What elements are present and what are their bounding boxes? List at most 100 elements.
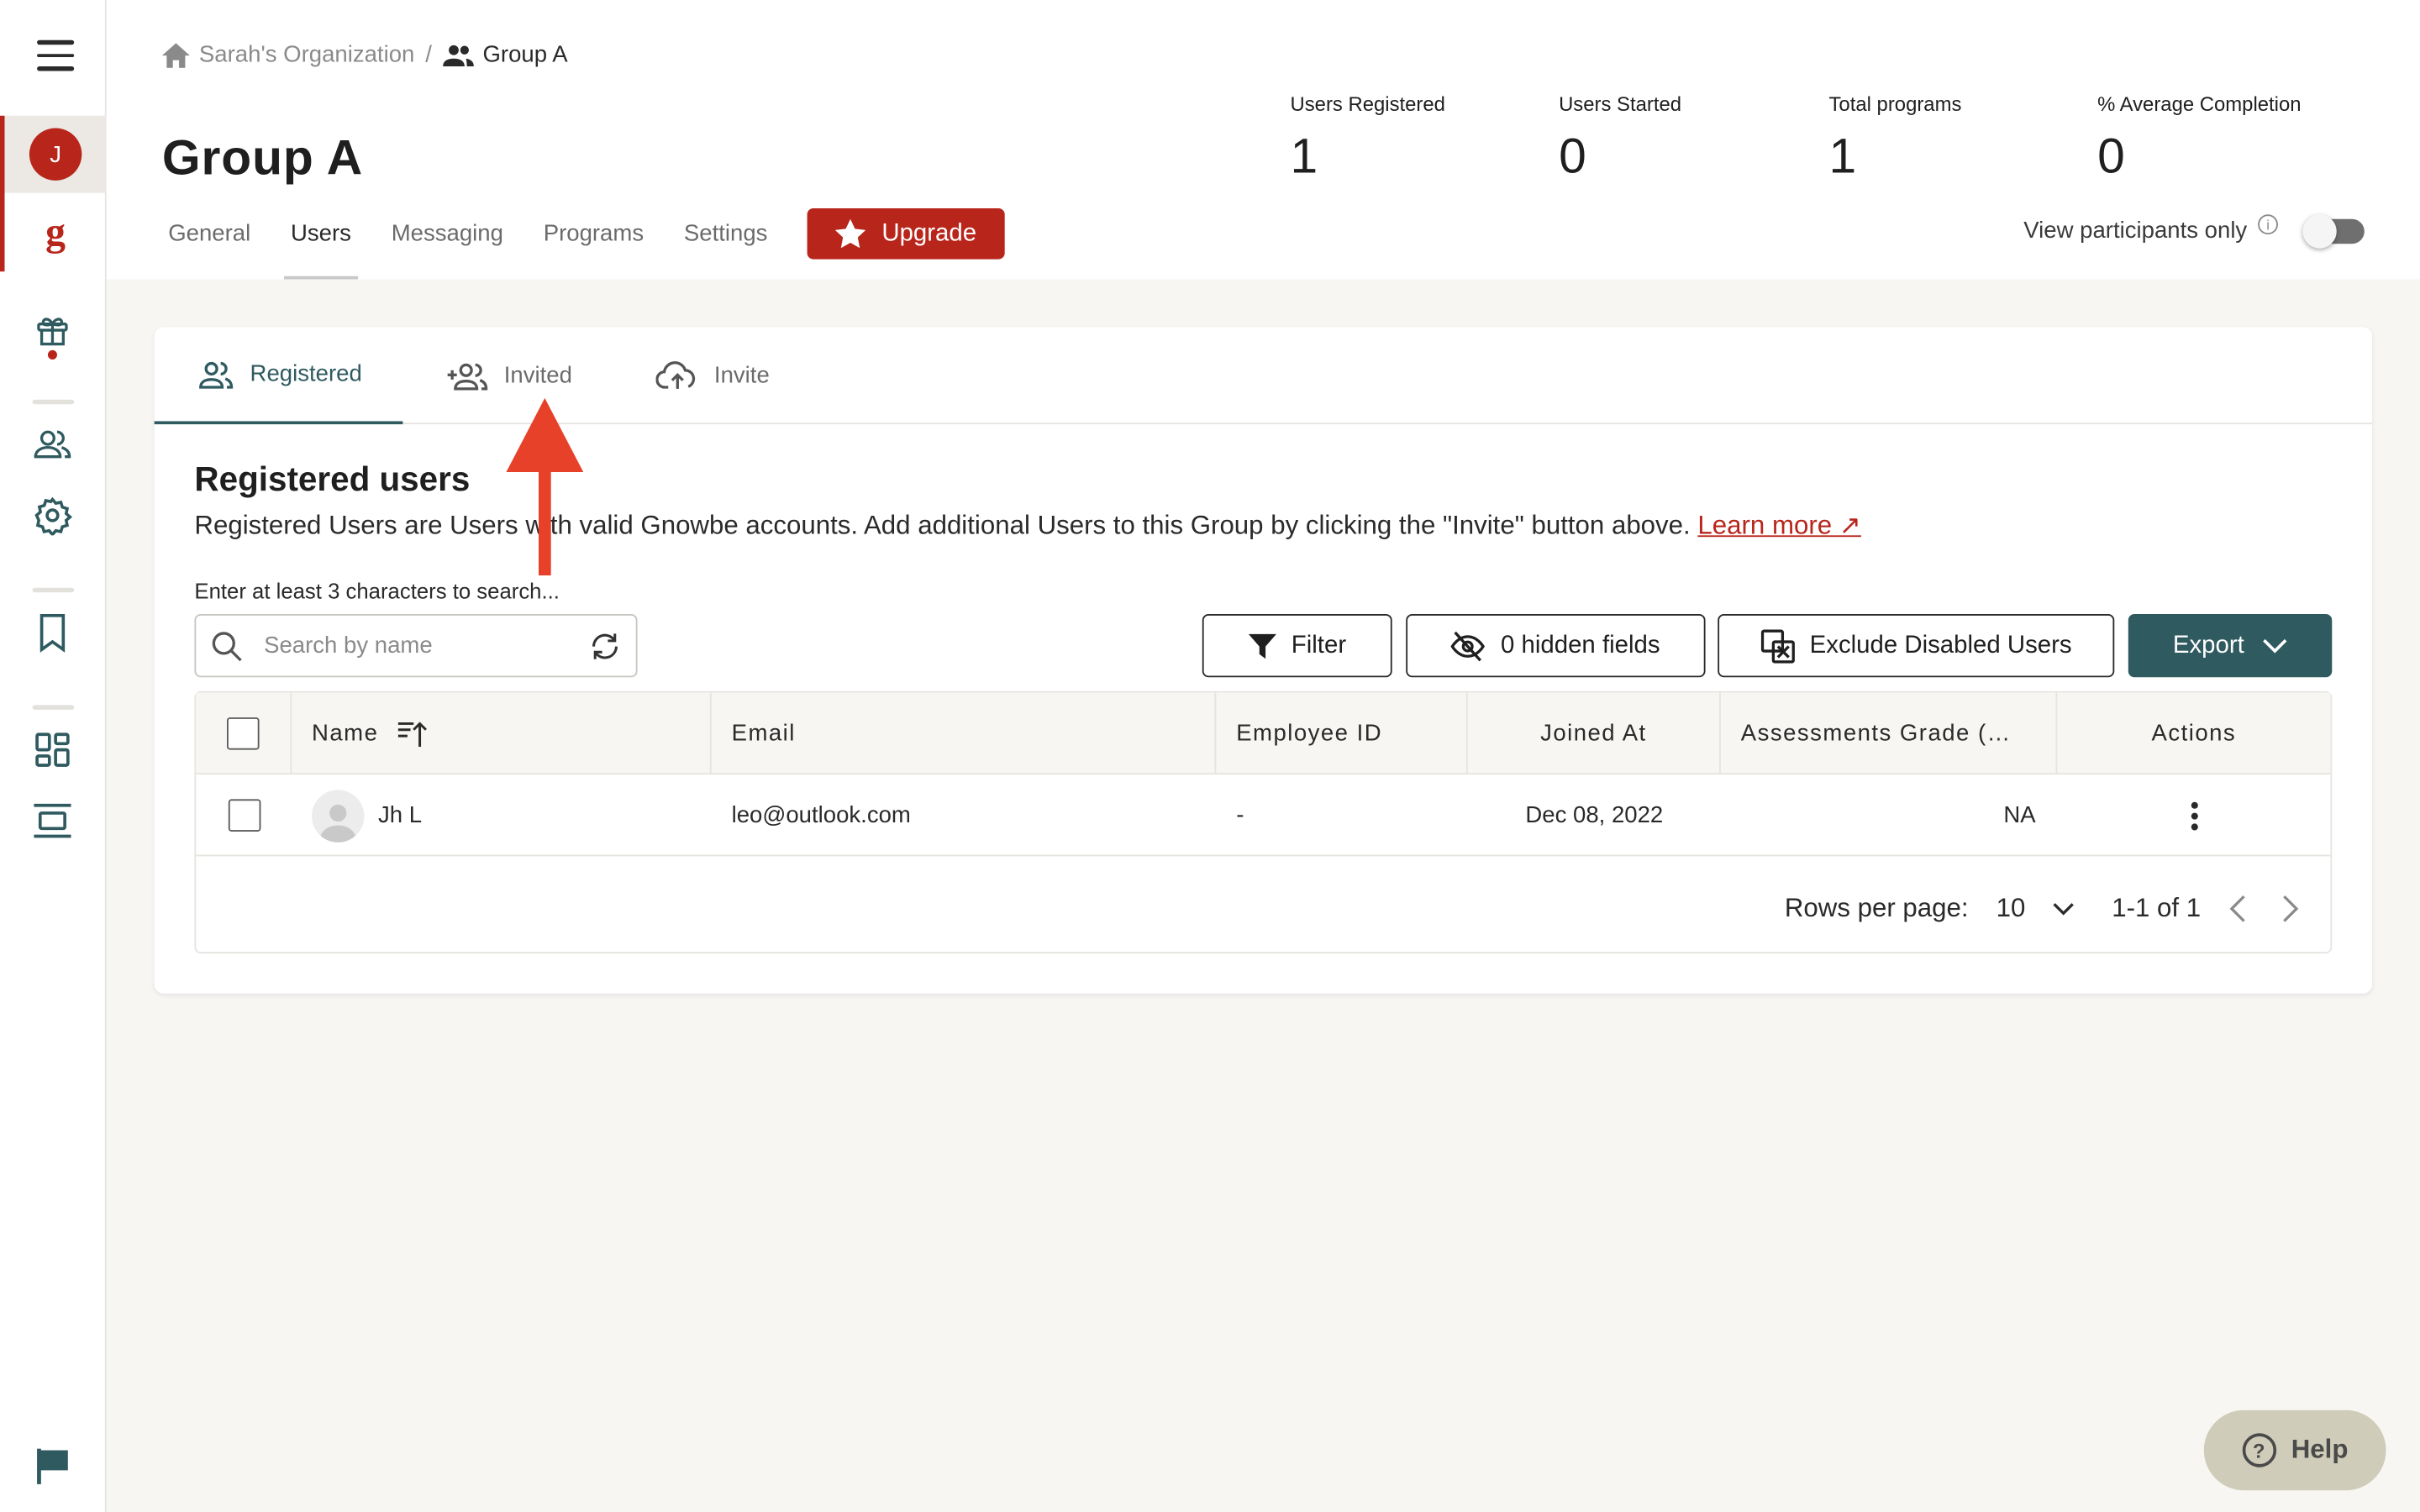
grade-cell: NA (2003, 802, 2036, 829)
bookmark-icon[interactable] (31, 611, 74, 654)
add-users-icon (446, 362, 487, 390)
info-icon[interactable]: i (2258, 214, 2278, 235)
stat-value: 1 (1290, 128, 1318, 184)
select-all-cell (196, 692, 292, 775)
subtab-registered[interactable]: Registered (154, 327, 402, 425)
column-label: Employee ID (1236, 720, 1383, 747)
refresh-icon[interactable] (588, 629, 622, 663)
chevron-down-icon (2263, 638, 2287, 653)
gift-icon[interactable] (31, 308, 74, 351)
column-label: Assessments Grade (… (1740, 720, 2012, 747)
subtab-label: Registered (250, 360, 362, 388)
learn-more-link[interactable]: Learn more ↗ (1697, 511, 1861, 540)
export-label: Export (2172, 632, 2244, 659)
column-header-joined-at[interactable]: Joined At (1468, 692, 1721, 775)
rail-divider (32, 399, 75, 405)
chevron-left-icon[interactable] (2228, 893, 2247, 924)
subtab-label: Invited (503, 362, 572, 389)
page-range: 1-1 of 1 (2112, 893, 2202, 923)
select-all-checkbox[interactable] (226, 717, 260, 750)
users-icon[interactable] (31, 423, 74, 465)
column-header-email[interactable]: Email (712, 692, 1217, 775)
email-cell: leo@outlook.com (731, 802, 911, 829)
group-tabs: General Users Messaging Programs Setting… (162, 207, 1005, 280)
user-avatar-slot[interactable]: J (4, 115, 107, 193)
row-select-cell (196, 774, 292, 856)
search-icon (212, 631, 242, 661)
avatar[interactable]: J (29, 128, 82, 181)
column-label: Name (312, 720, 379, 747)
home-icon (161, 42, 190, 67)
hidden-fields-label: 0 hidden fields (1501, 632, 1660, 659)
rail-divider (32, 587, 75, 593)
stat-label: Users Registered (1290, 92, 1445, 116)
joined-at-cell: Dec 08, 2022 (1525, 802, 1664, 829)
hidden-fields-button[interactable]: 0 hidden fields (1406, 614, 1706, 678)
name-cell: Jh L (312, 774, 422, 856)
filter-button[interactable]: Filter (1202, 614, 1392, 678)
gear-icon[interactable] (31, 494, 74, 537)
export-button[interactable]: Export (2128, 614, 2333, 678)
rows-per-page-label: Rows per page: (1784, 893, 1969, 923)
avatar (312, 789, 365, 842)
tab-general[interactable]: General (162, 208, 257, 279)
help-label: Help (2291, 1435, 2349, 1465)
actions-cell (2057, 774, 2330, 856)
sort-icon[interactable] (397, 720, 428, 748)
menu-icon[interactable] (37, 39, 75, 74)
section-description: Registered Users are Users with valid Gn… (194, 511, 1861, 542)
stat-value: 0 (1559, 128, 1586, 184)
tab-programs[interactable]: Programs (537, 208, 650, 279)
upgrade-button[interactable]: Upgrade (808, 207, 1005, 260)
gnowbe-logo-icon[interactable]: g (5, 193, 107, 272)
search-hint: Enter at least 3 characters to search... (194, 578, 560, 604)
users-card: Registered Invited Invite Registered use… (154, 327, 2373, 994)
question-icon: ? (2241, 1433, 2276, 1467)
table-row[interactable]: Jh L leo@outlook.com - Dec 08, 2022 NA (196, 774, 2331, 857)
layout-icon[interactable] (31, 799, 74, 842)
row-checkbox[interactable] (227, 799, 260, 832)
rail-divider (32, 705, 75, 710)
filter-icon (1248, 633, 1276, 659)
column-label: Joined At (1540, 720, 1647, 747)
view-participants-toggle[interactable] (2302, 213, 2365, 248)
rows-per-page-select[interactable]: 10 (1996, 893, 2075, 924)
tab-messaging[interactable]: Messaging (385, 208, 509, 279)
breadcrumb-org[interactable]: Sarah's Organization (199, 42, 414, 68)
notification-dot (47, 349, 57, 360)
tab-users[interactable]: Users (284, 208, 358, 280)
stat-label: Total programs (1828, 92, 1962, 116)
user-name[interactable]: Jh L (378, 802, 422, 828)
help-button[interactable]: ? Help (2203, 1410, 2386, 1491)
stat-users-started: Users Started 0 (1559, 92, 1681, 185)
column-header-employee-id[interactable]: Employee ID (1216, 692, 1468, 775)
search-input[interactable] (264, 633, 573, 659)
stat-total-programs: Total programs 1 (1828, 92, 1961, 185)
column-label: Email (731, 720, 796, 747)
filter-label: Filter (1291, 632, 1347, 659)
page-header: Sarah's Organization / Group A Group A U… (106, 0, 2420, 280)
column-header-name[interactable]: Name (292, 692, 712, 775)
exclude-disabled-label: Exclude Disabled Users (1809, 632, 2072, 659)
view-participants-control: View participants only i (2023, 213, 2365, 248)
dashboard-icon[interactable] (31, 728, 74, 771)
annotation-arrow-icon (506, 397, 584, 576)
more-vertical-icon[interactable] (2189, 800, 2198, 831)
users-subtabs: Registered Invited Invite (154, 327, 2373, 425)
stat-label: % Average Completion (2097, 92, 2302, 116)
chevron-down-icon (2054, 902, 2075, 915)
exclude-disabled-users-button[interactable]: Exclude Disabled Users (1718, 614, 2115, 678)
users-icon (199, 360, 234, 388)
column-header-assessments-grade[interactable]: Assessments Grade (… (1721, 692, 2058, 775)
chevron-right-icon[interactable] (2281, 893, 2300, 924)
stat-label: Users Started (1559, 92, 1682, 116)
search-box (194, 614, 638, 678)
pagination: Rows per page: 10 1-1 of 1 (1785, 893, 2300, 924)
section-title: Registered users (194, 459, 471, 499)
left-rail: J g (0, 0, 107, 1512)
stat-users-registered: Users Registered 1 (1290, 92, 1444, 185)
subtab-invite[interactable]: Invite (613, 327, 810, 424)
breadcrumb-separator: / (425, 41, 432, 68)
flag-icon[interactable] (31, 1444, 74, 1487)
tab-settings[interactable]: Settings (678, 208, 774, 279)
